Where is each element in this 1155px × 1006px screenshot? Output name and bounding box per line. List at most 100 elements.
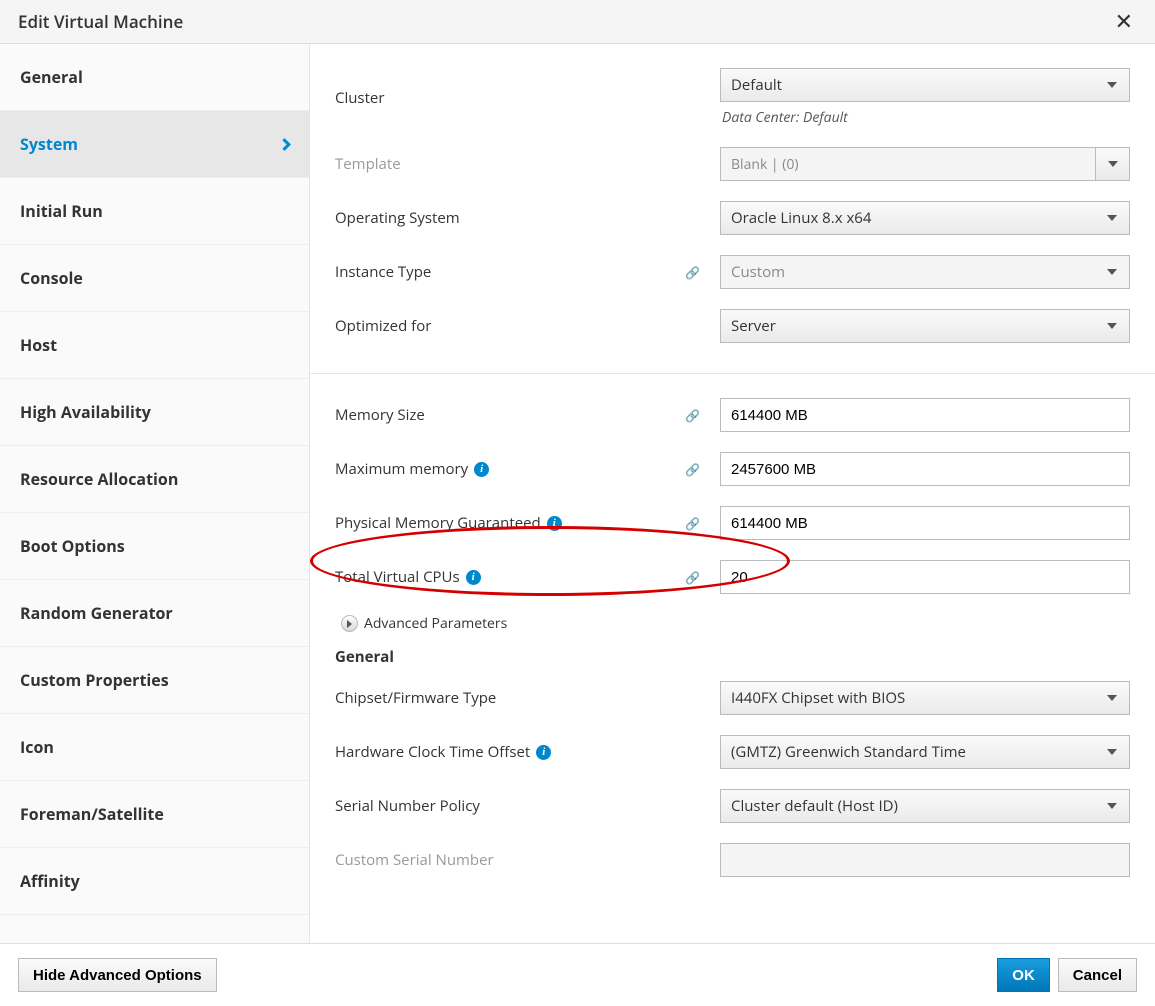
chevron-right-icon: [278, 138, 291, 151]
chevron-down-icon: [1107, 695, 1117, 701]
sidebar-item-label: Foreman/Satellite: [20, 803, 164, 825]
sidebar-item-label: Custom Properties: [20, 669, 169, 691]
label-optimized-for: Optimized for: [335, 316, 685, 336]
row-operating-system: Operating System Oracle Linux 8.x x64: [335, 201, 1130, 235]
row-memory-size: Memory Size 🔗: [335, 398, 1130, 432]
sidebar-item-system[interactable]: System: [0, 111, 309, 178]
cluster-select[interactable]: Default: [720, 68, 1130, 102]
instance-type-value: Custom: [731, 262, 785, 282]
serial-number-policy-select[interactable]: Cluster default (Host ID): [720, 789, 1130, 823]
dialog-header: Edit Virtual Machine ✕: [0, 0, 1155, 44]
row-serial-number-policy: Serial Number Policy Cluster default (Ho…: [335, 789, 1130, 823]
operating-system-value: Oracle Linux 8.x x64: [731, 208, 871, 228]
info-icon[interactable]: i: [474, 462, 489, 477]
sidebar: General System Initial Run Console Host …: [0, 44, 310, 943]
expand-icon: [341, 615, 358, 632]
sidebar-item-affinity[interactable]: Affinity: [0, 848, 309, 915]
sidebar-item-console[interactable]: Console: [0, 245, 309, 312]
template-select-value: Blank | (0): [720, 147, 1096, 181]
instance-type-select[interactable]: Custom: [720, 255, 1130, 289]
dialog-title: Edit Virtual Machine: [18, 10, 183, 33]
subheading-general: General: [335, 647, 1130, 667]
link-icon: 🔗: [685, 264, 720, 281]
sidebar-item-custom-properties[interactable]: Custom Properties: [0, 647, 309, 714]
label-chipset-firmware-type: Chipset/Firmware Type: [335, 688, 685, 708]
chipset-firmware-type-select[interactable]: I440FX Chipset with BIOS: [720, 681, 1130, 715]
chipset-firmware-type-value: I440FX Chipset with BIOS: [731, 688, 905, 708]
sidebar-item-icon[interactable]: Icon: [0, 714, 309, 781]
advanced-parameters-toggle[interactable]: Advanced Parameters: [341, 614, 1130, 633]
edit-vm-dialog: Edit Virtual Machine ✕ General System In…: [0, 0, 1155, 1006]
sidebar-item-high-availability[interactable]: High Availability: [0, 379, 309, 446]
sidebar-item-label: Icon: [20, 736, 54, 758]
section-basic: Cluster Default Data Center: Default Tem…: [310, 44, 1155, 374]
advanced-parameters-label: Advanced Parameters: [364, 614, 507, 633]
sidebar-item-label: Affinity: [20, 870, 80, 892]
row-hardware-clock-time-offset: Hardware Clock Time Offset i (GMTZ) Gree…: [335, 735, 1130, 769]
close-icon[interactable]: ✕: [1111, 11, 1137, 33]
operating-system-select[interactable]: Oracle Linux 8.x x64: [720, 201, 1130, 235]
sidebar-item-random-generator[interactable]: Random Generator: [0, 580, 309, 647]
chevron-down-icon: [1107, 82, 1117, 88]
memory-size-input[interactable]: [720, 398, 1130, 432]
template-select: Blank | (0): [720, 147, 1130, 181]
link-icon: 🔗: [685, 461, 720, 478]
optimized-for-select[interactable]: Server: [720, 309, 1130, 343]
chevron-down-icon: [1107, 803, 1117, 809]
sidebar-item-boot-options[interactable]: Boot Options: [0, 513, 309, 580]
sidebar-item-label: Boot Options: [20, 535, 125, 557]
hardware-clock-time-offset-select[interactable]: (GMTZ) Greenwich Standard Time: [720, 735, 1130, 769]
row-template: Template Blank | (0): [335, 147, 1130, 181]
serial-number-policy-value: Cluster default (Host ID): [731, 796, 898, 816]
link-icon: 🔗: [685, 407, 720, 424]
template-version-button[interactable]: [1096, 147, 1130, 181]
label-cluster: Cluster: [335, 88, 685, 108]
ok-button[interactable]: OK: [997, 958, 1050, 992]
row-custom-serial-number: Custom Serial Number: [335, 843, 1130, 877]
label-maximum-memory: Maximum memory i: [335, 459, 685, 479]
info-icon[interactable]: i: [536, 745, 551, 760]
info-icon[interactable]: i: [466, 570, 481, 585]
physical-memory-guaranteed-input[interactable]: [720, 506, 1130, 540]
maximum-memory-input[interactable]: [720, 452, 1130, 486]
sidebar-item-host[interactable]: Host: [0, 312, 309, 379]
sidebar-item-label: Random Generator: [20, 602, 173, 624]
sidebar-item-foreman-satellite[interactable]: Foreman/Satellite: [0, 781, 309, 848]
label-custom-serial-number: Custom Serial Number: [335, 850, 685, 870]
row-total-virtual-cpus: Total Virtual CPUs i 🔗: [335, 560, 1130, 594]
hide-advanced-options-button[interactable]: Hide Advanced Options: [18, 958, 217, 992]
sidebar-item-initial-run[interactable]: Initial Run: [0, 178, 309, 245]
row-chipset-firmware-type: Chipset/Firmware Type I440FX Chipset wit…: [335, 681, 1130, 715]
sidebar-item-resource-allocation[interactable]: Resource Allocation: [0, 446, 309, 513]
label-total-virtual-cpus: Total Virtual CPUs i: [335, 567, 685, 587]
label-template: Template: [335, 154, 685, 174]
main-panel: Cluster Default Data Center: Default Tem…: [310, 44, 1155, 943]
total-virtual-cpus-input[interactable]: [720, 560, 1130, 594]
sidebar-item-label: General: [20, 66, 83, 88]
label-instance-type: Instance Type: [335, 262, 685, 282]
optimized-for-value: Server: [731, 316, 776, 336]
link-icon: 🔗: [685, 515, 720, 532]
label-serial-number-policy: Serial Number Policy: [335, 796, 685, 816]
hardware-clock-time-offset-value: (GMTZ) Greenwich Standard Time: [731, 742, 966, 762]
label-hardware-clock-time-offset: Hardware Clock Time Offset i: [335, 742, 685, 762]
label-physical-memory-guaranteed: Physical Memory Guaranteed i: [335, 513, 685, 533]
cancel-button[interactable]: Cancel: [1058, 958, 1137, 992]
info-icon[interactable]: i: [547, 516, 562, 531]
row-physical-memory-guaranteed: Physical Memory Guaranteed i 🔗: [335, 506, 1130, 540]
row-optimized-for: Optimized for Server: [335, 309, 1130, 343]
sidebar-item-label: Console: [20, 267, 83, 289]
sidebar-item-general[interactable]: General: [0, 44, 309, 111]
row-instance-type: Instance Type 🔗 Custom: [335, 255, 1130, 289]
cluster-select-value: Default: [731, 75, 782, 95]
dialog-body: General System Initial Run Console Host …: [0, 44, 1155, 944]
chevron-down-icon: [1107, 749, 1117, 755]
custom-serial-number-input: [720, 843, 1130, 877]
sidebar-item-label: Resource Allocation: [20, 468, 178, 490]
label-memory-size: Memory Size: [335, 405, 685, 425]
dialog-footer: Hide Advanced Options OK Cancel: [0, 944, 1155, 1006]
chevron-down-icon: [1108, 161, 1118, 167]
link-icon: 🔗: [685, 569, 720, 586]
chevron-down-icon: [1107, 269, 1117, 275]
sidebar-item-label: Initial Run: [20, 200, 103, 222]
